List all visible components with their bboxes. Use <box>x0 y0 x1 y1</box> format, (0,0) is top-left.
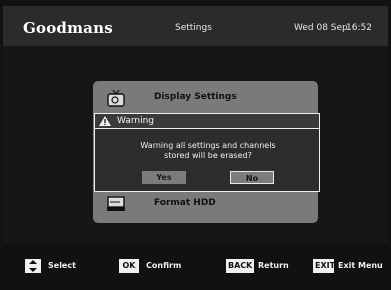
dialog-title: Warning <box>117 116 155 126</box>
confirm-hint: Confirm <box>146 261 182 270</box>
exit-menu-hint: Exit Menu <box>338 261 383 270</box>
dialog-message: Warning all settings and channels stored… <box>113 141 303 161</box>
exit-key: EXIT <box>313 259 335 273</box>
dialog-message-line: Warning all settings and channels <box>140 141 276 150</box>
tv-screen: Goodmans Settings Wed 08 Sep 16:52 Displ… <box>0 0 391 290</box>
select-hint: Select <box>48 261 76 270</box>
yes-button[interactable]: Yes <box>142 171 186 184</box>
warning-dialog: Warning Warning all settings and channel… <box>94 113 320 192</box>
menu-item-format-hdd[interactable]: Format HDD <box>93 193 318 215</box>
warning-icon <box>99 116 111 126</box>
header-bar: Goodmans Settings Wed 08 Sep 16:52 <box>3 6 388 46</box>
ok-key: OK <box>119 259 139 273</box>
back-key: BACK <box>226 259 254 273</box>
brand-logo: Goodmans <box>23 19 113 37</box>
dialog-header: Warning <box>95 114 319 129</box>
up-down-arrows-icon <box>25 259 41 273</box>
menu-item-display-settings[interactable]: Display Settings <box>93 87 318 109</box>
no-button[interactable]: No <box>230 171 274 184</box>
return-hint: Return <box>258 261 289 270</box>
menu-item-label: Format HDD <box>154 198 216 208</box>
tv-icon <box>107 89 125 107</box>
dialog-message-line: stored will be erased? <box>164 151 252 160</box>
time-text: 16:52 <box>346 23 372 33</box>
date-text: Wed 08 Sep <box>294 23 348 33</box>
hdd-icon <box>107 196 125 211</box>
footer-help-bar: Select OK Confirm BACK Return EXIT Exit … <box>3 244 388 290</box>
menu-item-label: Display Settings <box>154 92 237 102</box>
page-title: Settings <box>175 23 212 33</box>
